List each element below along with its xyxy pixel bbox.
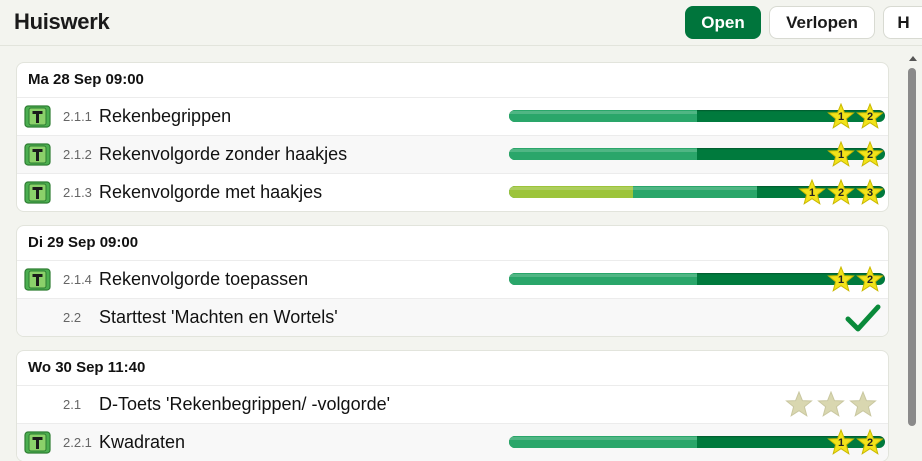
item-code: 2.1.2 <box>63 147 92 162</box>
scroll-thumb[interactable] <box>908 68 916 426</box>
theory-book-icon <box>24 142 51 167</box>
star-icon: 1 <box>827 103 855 130</box>
empty-star-icon <box>785 391 813 418</box>
item-code: 2.2.1 <box>63 435 92 450</box>
homework-row[interactable]: 2.1.4 Rekenvolgorde toepassen 1 2 <box>17 261 888 299</box>
homework-list: Ma 28 Sep 09:00 2.1.1 Rekenbegrippen 1 2 2.1.… <box>0 46 904 461</box>
progress-segment-mid <box>509 110 697 122</box>
empty-star-icon <box>817 391 845 418</box>
scroll-up-arrow-icon[interactable] <box>909 56 917 61</box>
theory-book-icon <box>24 267 51 292</box>
item-code: 2.1.3 <box>63 185 92 200</box>
progress-segment-mid <box>509 273 697 285</box>
progress-segment-mid <box>509 436 697 448</box>
item-title[interactable]: Rekenvolgorde met haakjes <box>99 174 322 211</box>
homework-row[interactable]: 2.1.2 Rekenvolgorde zonder haakjes 1 2 <box>17 136 888 174</box>
star-icon: 1 <box>827 141 855 168</box>
star-icon: 1 <box>827 429 855 456</box>
tab-open[interactable]: Open <box>685 6 761 39</box>
item-title[interactable]: Kwadraten <box>99 424 185 461</box>
scrollbar[interactable] <box>904 46 922 461</box>
item-title[interactable]: Rekenvolgorde toepassen <box>99 261 308 298</box>
item-title[interactable]: Starttest 'Machten en Wortels' <box>99 299 338 336</box>
homework-row[interactable]: 2.2 Starttest 'Machten en Wortels' <box>17 299 888 336</box>
item-title[interactable]: D-Toets 'Rekenbegrippen/ -volgorde' <box>99 386 390 423</box>
star-icon: 2 <box>827 179 855 206</box>
item-title[interactable]: Rekenvolgorde zonder haakjes <box>99 136 347 173</box>
progress-segment-mid <box>509 148 697 160</box>
homework-row[interactable]: 2.1 D-Toets 'Rekenbegrippen/ -volgorde' <box>17 386 888 424</box>
empty-star-icon <box>849 391 877 418</box>
progress-segment-lime <box>509 186 633 198</box>
homework-row[interactable]: 2.1.1 Rekenbegrippen 1 2 <box>17 98 888 136</box>
item-code: 2.1.4 <box>63 272 92 287</box>
completed-check-icon <box>845 303 881 333</box>
theory-book-icon <box>24 180 51 205</box>
header-bar: Huiswerk Open Verlopen H <box>0 0 922 46</box>
progress-segment-mid <box>633 186 757 198</box>
group-date: Di 29 Sep 09:00 <box>17 226 888 261</box>
item-title[interactable]: Rekenbegrippen <box>99 98 231 135</box>
star-icon: 2 <box>856 141 884 168</box>
star-icon: 2 <box>856 103 884 130</box>
star-icon: 3 <box>856 179 884 206</box>
item-code: 2.1.1 <box>63 109 92 124</box>
star-icon: 1 <box>798 179 826 206</box>
homework-group: Ma 28 Sep 09:00 2.1.1 Rekenbegrippen 1 2 2.1.… <box>16 62 889 212</box>
homework-group: Wo 30 Sep 11:40 2.1 D-Toets 'Rekenbegrippe… <box>16 350 889 461</box>
theory-book-icon <box>24 430 51 455</box>
homework-row[interactable]: 2.1.3 Rekenvolgorde met haakjes 1 2 3 <box>17 174 888 211</box>
star-icon: 2 <box>856 429 884 456</box>
star-icon: 1 <box>827 266 855 293</box>
tab-verlopen[interactable]: Verlopen <box>769 6 875 39</box>
homework-row[interactable]: 2.2.1 Kwadraten 1 2 <box>17 424 888 461</box>
item-code: 2.2 <box>63 310 82 325</box>
group-date: Ma 28 Sep 09:00 <box>17 63 888 98</box>
tab-h[interactable]: H <box>883 6 922 39</box>
page-title: Huiswerk <box>14 9 110 34</box>
star-icon: 2 <box>856 266 884 293</box>
homework-group: Di 29 Sep 09:00 2.1.4 Rekenvolgorde toepas… <box>16 225 889 337</box>
group-date: Wo 30 Sep 11:40 <box>17 351 888 386</box>
item-code: 2.1 <box>63 397 82 412</box>
theory-book-icon <box>24 104 51 129</box>
